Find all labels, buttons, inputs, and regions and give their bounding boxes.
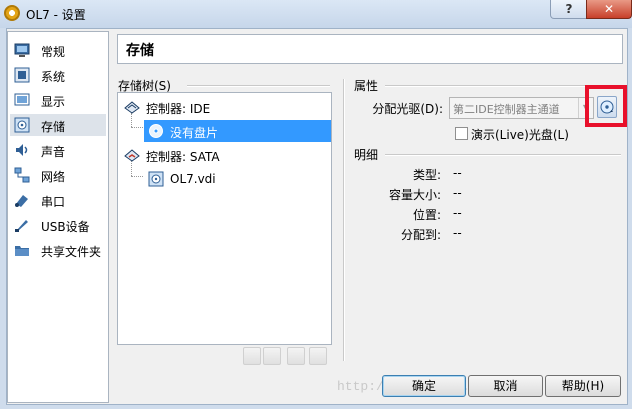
info-label: 明细 [354, 148, 379, 162]
drive-select[interactable]: 第二IDE控制器主通道 ▼ [449, 97, 594, 119]
display-icon [14, 93, 30, 106]
tree-item-sata-controller[interactable]: 控制器: SATA [120, 144, 328, 166]
live-cd-label: 演示(Live)光盘(L) [471, 128, 569, 142]
attributes-label: 属性 [354, 79, 379, 93]
highlight-annotation-box [585, 85, 627, 127]
disk-icon [14, 117, 30, 133]
title-bar: OL7 - 设置 ? ✕ [0, 0, 632, 28]
help-title-button[interactable]: ? [550, 0, 588, 19]
tree-connector [131, 127, 143, 128]
sata-controller-icon [124, 149, 140, 162]
info-attached-label: 分配到: [400, 228, 441, 242]
storage-tree-divider [187, 85, 330, 87]
remove-controller-button[interactable] [263, 347, 281, 365]
info-location-label: 位置: [412, 208, 441, 222]
help-button[interactable]: 帮助(H) [545, 375, 621, 397]
network-icon [14, 167, 30, 183]
dialog-client: 常规 系统 显示 存储 声音 网络 串口 USB设备 共享文件夹 存储 存储树(… [6, 28, 628, 405]
window-title: OL7 - 设置 [26, 8, 86, 22]
nav-item-storage[interactable]: 存储 [10, 114, 106, 136]
tree-item-ide-controller[interactable]: 控制器: IDE [120, 96, 328, 118]
usb-icon [15, 220, 28, 232]
info-type-label: 类型: [412, 168, 441, 182]
nav-item-usb[interactable]: USB设备 [10, 214, 106, 236]
add-attachment-button[interactable] [287, 347, 305, 365]
live-cd-checkbox[interactable] [455, 127, 468, 140]
info-attached-value: -- [453, 226, 462, 240]
info-divider [385, 154, 621, 156]
app-gear-icon [4, 5, 20, 21]
monitor-icon [14, 43, 30, 57]
harddisk-icon [148, 171, 164, 187]
nav-item-system[interactable]: 系统 [10, 64, 106, 86]
info-size-value: -- [453, 186, 462, 200]
info-type-value: -- [453, 166, 462, 180]
tree-connector [131, 176, 143, 177]
nav-item-shared-folders[interactable]: 共享文件夹 [10, 239, 106, 261]
nav-item-audio[interactable]: 声音 [10, 139, 106, 161]
page-title-box: 存储 [117, 34, 623, 64]
settings-nav: 常规 系统 显示 存储 声音 网络 串口 USB设备 共享文件夹 [7, 31, 109, 403]
remove-attachment-button[interactable] [309, 347, 327, 365]
pane-separator [343, 79, 345, 361]
close-button[interactable]: ✕ [586, 0, 632, 19]
nav-item-display[interactable]: 显示 [10, 89, 106, 111]
tree-item-ol7-vdi[interactable]: OL7.vdi [144, 168, 331, 190]
nav-item-network[interactable]: 网络 [10, 164, 106, 186]
folder-icon [15, 246, 29, 256]
optical-disc-icon [149, 124, 163, 138]
storage-tree[interactable]: 控制器: IDE 没有盘片 控制器: SATA OL7.vdi [117, 92, 332, 345]
speaker-icon [16, 144, 28, 156]
info-location-value: -- [453, 206, 462, 220]
ok-button[interactable]: 确定 [382, 375, 466, 397]
serial-icon [15, 195, 28, 207]
tree-item-empty-optical[interactable]: 没有盘片 [144, 120, 331, 142]
add-controller-button[interactable] [243, 347, 261, 365]
drive-label: 分配光驱(D): [372, 102, 443, 116]
chip-icon [14, 67, 30, 83]
cancel-button[interactable]: 取消 [468, 375, 543, 397]
nav-item-serial[interactable]: 串口 [10, 189, 106, 211]
info-size-label: 容量大小: [388, 188, 441, 202]
ide-controller-icon [124, 101, 140, 114]
page-title: 存储 [126, 43, 154, 59]
nav-item-general[interactable]: 常规 [10, 39, 106, 61]
